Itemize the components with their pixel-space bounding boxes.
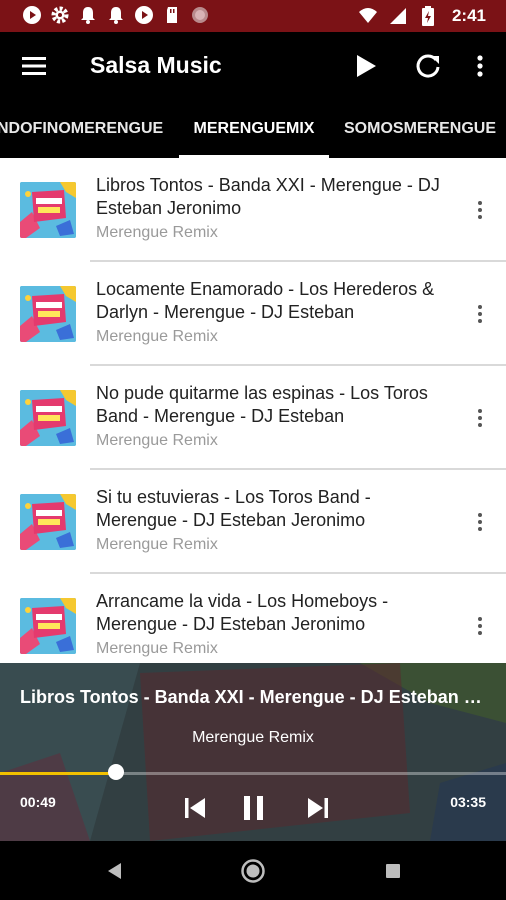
track-title: Locamente Enamorado - Los Herederos & Da… <box>96 279 435 322</box>
previous-track-button[interactable] <box>180 793 210 823</box>
track-title: Arrancame la vida - Los Homeboys - Meren… <box>96 591 389 634</box>
track-title: Si tu estuvieras - Los Toros Band - Mere… <box>96 487 371 530</box>
system-nav-bar <box>0 841 506 900</box>
play-icon <box>350 55 382 86</box>
status-time: 2:41 <box>451 6 486 25</box>
record-icon <box>190 5 210 25</box>
app-title: Salsa Music <box>90 52 222 78</box>
track-subtitle: Merengue Remix <box>96 640 218 657</box>
album-thumbnail <box>20 390 76 446</box>
status-bar: 2:41 <box>0 0 506 32</box>
signal-icon <box>388 6 408 26</box>
refresh-button[interactable] <box>412 50 444 82</box>
sd-card-icon <box>162 5 182 25</box>
total-time: 03:35 <box>450 794 486 810</box>
status-notification-icons <box>22 5 210 25</box>
track-options-button[interactable] <box>470 510 490 534</box>
seek-bar[interactable] <box>0 772 506 775</box>
pause-icon <box>239 796 269 827</box>
track-options-button[interactable] <box>470 614 490 638</box>
track-subtitle: Merengue Remix <box>96 328 218 345</box>
album-thumbnail <box>20 286 76 342</box>
nav-recents-button[interactable] <box>380 858 406 884</box>
overflow-menu-button[interactable] <box>470 50 490 82</box>
track-list: Libros Tontos - Banda XXI - Merengue - D… <box>0 158 506 663</box>
now-playing-title: Libros Tontos - Banda XXI - Merengue - D… <box>20 687 490 707</box>
track-subtitle: Merengue Remix <box>96 224 218 241</box>
more-vert-icon <box>470 305 490 330</box>
album-thumbnail <box>20 494 76 550</box>
track-title: Libros Tontos - Banda XXI - Merengue - D… <box>96 175 440 218</box>
track-row[interactable]: Locamente Enamorado - Los Herederos & Da… <box>0 262 506 366</box>
home-icon <box>240 859 266 888</box>
notification-bell-icon <box>106 5 126 25</box>
battery-icon <box>418 6 438 26</box>
status-system-icons: 2:41 <box>358 5 486 27</box>
track-row[interactable]: Libros Tontos - Banda XXI - Merengue - D… <box>0 158 506 262</box>
track-options-button[interactable] <box>470 198 490 222</box>
track-row[interactable]: No pude quitarme las espinas - Los Toros… <box>0 366 506 470</box>
menu-button[interactable] <box>18 52 50 80</box>
track-title: No pude quitarme las espinas - Los Toros… <box>96 383 428 426</box>
notification-bell-icon <box>78 5 98 25</box>
tab-label: MERENGUEMIX <box>193 120 315 137</box>
play-all-button[interactable] <box>350 50 382 82</box>
skip-previous-icon <box>180 798 210 827</box>
pause-button[interactable] <box>239 793 269 823</box>
track-options-button[interactable] <box>470 406 490 430</box>
recents-icon <box>380 864 406 888</box>
track-row[interactable]: Arrancame la vida - Los Homeboys - Meren… <box>0 574 506 663</box>
tab-ndofinomerengue[interactable]: NDOFINOMERENGUE <box>0 100 163 158</box>
back-icon <box>102 863 128 888</box>
now-playing-subtitle: Merengue Remix <box>192 729 314 746</box>
nav-back-button[interactable] <box>102 858 128 884</box>
more-vert-icon <box>470 513 490 538</box>
app-bar: Salsa Music <box>0 32 506 100</box>
category-tabs: NDOFINOMERENGUE MERENGUEMIX SOMOSMERENGU… <box>0 100 506 158</box>
more-vert-icon <box>470 55 490 86</box>
skip-next-icon <box>303 798 333 827</box>
tab-merenguemix[interactable]: MERENGUEMIX <box>179 100 329 158</box>
track-subtitle: Merengue Remix <box>96 432 218 449</box>
tab-somosmerengue[interactable]: SOMOSMERENGUE <box>344 100 496 158</box>
elapsed-time: 00:49 <box>20 794 56 810</box>
refresh-icon <box>412 54 444 86</box>
now-playing-panel: Libros Tontos - Banda XXI - Merengue - D… <box>0 663 506 841</box>
more-vert-icon <box>470 617 490 642</box>
album-thumbnail <box>20 598 76 654</box>
track-row[interactable]: Si tu estuvieras - Los Toros Band - Mere… <box>0 470 506 574</box>
youtube-icon <box>134 5 154 25</box>
seek-bar-progress <box>0 772 117 775</box>
album-thumbnail <box>20 182 76 238</box>
youtube-icon <box>22 5 42 25</box>
hamburger-menu-icon <box>18 57 50 84</box>
nav-home-button[interactable] <box>240 858 266 884</box>
track-options-button[interactable] <box>470 302 490 326</box>
track-subtitle: Merengue Remix <box>96 536 218 553</box>
more-vert-icon <box>470 201 490 226</box>
wifi-icon <box>358 6 378 26</box>
next-track-button[interactable] <box>303 793 333 823</box>
settings-icon <box>50 5 70 25</box>
more-vert-icon <box>470 409 490 434</box>
